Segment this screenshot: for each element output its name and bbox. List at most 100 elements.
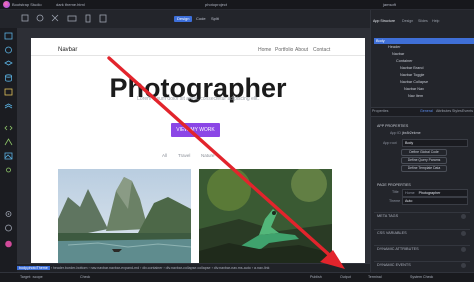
tab-styles[interactable]: Styles [452,109,462,113]
device-icon [21,14,29,22]
tool-icon [51,14,59,22]
define-global-code-button[interactable]: Define Global Code [401,149,447,156]
tab-app-structure[interactable]: App Structure [373,19,395,23]
tab-attributes[interactable]: Attributes [436,109,451,113]
app-properties-heading: APP PROPERTIES [377,124,409,128]
page-preview: Navbar Home Portfolio About Contact Phot… [31,38,365,263]
tree-item-header[interactable]: Header [374,44,400,50]
add-dynamic-event-icon[interactable] [461,263,466,268]
tree-item-navbar-brand[interactable]: Navbar Brand [374,65,423,71]
define-query-params-button[interactable]: Define Query Params [401,157,447,164]
monitor-icon [67,15,77,22]
breadcrumb-separator: › [211,266,213,270]
target-scope[interactable]: Target: :scope [20,273,43,281]
view-work-button[interactable]: VIEW MY WORK [171,123,220,137]
terminal-button[interactable]: Terminal [368,273,382,281]
phone-icon [85,14,91,23]
toolbar-icons [20,14,220,23]
title-value: Photographer [418,191,441,195]
filter-travel[interactable]: Travel [178,153,190,158]
breadcrumb-separator: › [88,266,90,270]
stack-icon[interactable] [4,102,13,110]
title-prefix: Home [405,191,415,195]
breadcrumb-item[interactable]: div.navbar-nav.ms-auto [214,266,251,270]
section-css-variables[interactable]: CSS VARIABLES [374,229,470,237]
app-logo-icon [3,1,10,8]
breadcrumb-item[interactable]: body.photoTheme [17,266,50,270]
app-title: Bootstrap Studio [12,2,42,7]
section-meta-tags[interactable]: META TAGS [374,212,470,220]
layers-icon[interactable] [4,60,13,68]
app-root-select[interactable]: Body [402,139,468,147]
add-dynamic-attribute-icon[interactable] [461,247,466,252]
title-label: Title [392,190,399,194]
section-meta-tags-label: META TAGS [377,214,399,218]
filter-nature[interactable]: Nature [201,153,215,158]
tablet-icon [99,14,107,23]
tree-item-navbar-collapse[interactable]: Navbar Collapse [374,79,428,85]
tab-slides[interactable]: Slides [418,19,428,23]
theme-icon[interactable] [4,240,13,248]
user-name[interactable]: jamsoft [383,2,396,7]
font-icon[interactable] [4,138,13,146]
tree-item-nav-item[interactable]: Nav Item [374,93,423,99]
output-button[interactable]: Output [340,273,351,281]
left-sidebar [0,28,18,273]
nav-link-home[interactable]: Home [258,47,271,53]
tree-item-navbar-toggle[interactable]: Navbar Toggle [374,72,424,78]
breadcrumb-item[interactable]: nav.navbar.navbar-expand-md [91,266,139,270]
tree-item-navbar[interactable]: Navbar [374,51,404,57]
app-root-label: App root [383,141,397,145]
add-css-variable-icon[interactable] [461,231,466,236]
settings-icon[interactable] [4,166,13,174]
tab-events[interactable]: Events [462,109,473,113]
nav-link-portfolio[interactable]: Portfolio [275,47,293,53]
section-dynamic-attributes-label: DYNAMIC ATTRIBUTES [377,247,419,251]
filter-all[interactable]: All [162,153,167,158]
app-id-label: App ID [390,131,401,135]
tree-item-navbar-nav[interactable]: Navbar Nav [374,86,424,92]
tab-properties[interactable]: Properties [372,109,388,113]
tab-help[interactable]: Help [432,19,439,23]
breadcrumb-separator: › [50,266,52,270]
hero-subtitle: Lorem ipsum dolor sit amet, consectetur … [137,96,259,102]
code-icon[interactable] [4,124,13,132]
theme-select[interactable]: Auto [402,197,468,205]
design-icon[interactable] [4,46,13,54]
section-dynamic-events[interactable]: DYNAMIC EVENTS [374,261,470,269]
nav-link-about[interactable]: About [295,47,308,53]
tab-general[interactable]: General [420,109,433,113]
section-dynamic-events-label: DYNAMIC EVENTS [377,263,411,267]
define-template-data-button[interactable]: Define Template Data [401,165,447,172]
project-title: photoproject [205,2,228,7]
breadcrumb-item[interactable]: div.container [142,266,162,270]
image-icon[interactable] [4,152,13,160]
page-title-input[interactable]: Home Photographer [402,189,468,197]
theme-label: Theme [389,199,401,203]
layout-icon[interactable] [4,88,13,96]
navbar-divider [31,55,365,56]
gear-icon[interactable] [4,210,13,218]
section-css-variables-label: CSS VARIABLES [377,231,407,235]
publish-button[interactable]: Publish [310,273,322,281]
photo-landscape [58,169,191,263]
breadcrumb-item[interactable]: header.border-bottom [53,266,88,270]
breadcrumb-item[interactable]: a.nav-link [254,266,269,270]
section-dynamic-attributes[interactable]: DYNAMIC ATTRIBUTES [374,245,470,253]
tab-design-panel[interactable]: Design [402,19,413,23]
app-id-value: jbx8r2ekme [402,131,421,135]
database-icon[interactable] [4,74,13,82]
add-meta-tag-icon[interactable] [461,214,466,219]
tree-item-container[interactable]: Container [374,58,412,64]
navbar-brand[interactable]: Navbar [58,47,77,53]
nav-link-contact[interactable]: Contact [313,47,330,53]
system-check-button[interactable]: System Check [410,273,433,281]
page-properties-heading: PAGE PROPERTIES [377,183,411,187]
file-label[interactable]: dark theme.html [56,2,85,7]
breadcrumb-item[interactable]: div.navbar-collapse.collapse [166,266,211,270]
breadcrumb-separator: › [163,266,165,270]
check-button[interactable]: Check [80,273,90,281]
help-icon[interactable] [4,224,13,232]
components-icon[interactable] [4,32,13,40]
breadcrumb-separator: › [251,266,253,270]
